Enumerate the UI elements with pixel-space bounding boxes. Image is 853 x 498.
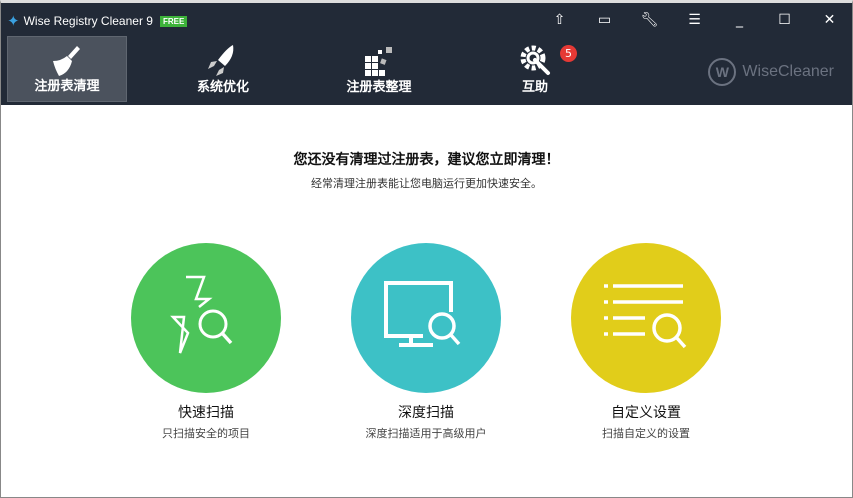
blocks-icon [365, 47, 392, 76]
monitor-search-icon [384, 281, 461, 347]
list-search-icon [604, 284, 687, 349]
app-logo-icon: ✦ [7, 13, 20, 30]
free-badge: FREE [159, 15, 188, 27]
deep-scan-button[interactable] [351, 243, 501, 393]
page-headline: 您还没有清理过注册表，建议您立即清理！ [293, 152, 560, 168]
broom-icon [53, 46, 80, 76]
titlebar: ✦ Wise Registry Cleaner 9 FREE [7, 12, 188, 30]
app-window: ✦ Wise Registry Cleaner 9 FREE ⇧ ▭ 🔧︎ ☰ … [0, 0, 853, 498]
custom-settings-button[interactable] [571, 243, 721, 393]
deep-scan-card[interactable]: 深度扫描 深度扫描适用于高级用户 [326, 243, 526, 441]
wisecleaner-logo[interactable]: W WiseCleaner [708, 58, 834, 86]
feedback-icon[interactable]: ▭ [582, 7, 627, 33]
maximize-button[interactable]: ☐ [762, 7, 807, 33]
tab-mutual-help[interactable]: 互助 5 [475, 36, 595, 102]
notification-badge: 5 [560, 45, 577, 62]
header: ✦ Wise Registry Cleaner 9 FREE ⇧ ▭ 🔧︎ ☰ … [1, 3, 852, 105]
quick-scan-card[interactable]: 快速扫描 只扫描安全的项目 [106, 243, 306, 441]
rocket-icon [208, 45, 234, 76]
app-title: Wise Registry Cleaner 9 [23, 14, 153, 28]
menu-icon[interactable]: ☰ [672, 7, 717, 33]
gear-wrench-icon [520, 45, 550, 75]
upgrade-icon[interactable]: ⇧ [537, 7, 582, 33]
tab-registry-defrag[interactable]: 注册表整理 [319, 36, 439, 102]
minimize-button[interactable]: _ [717, 7, 762, 33]
lightning-search-icon [170, 275, 233, 354]
tab-registry-clean[interactable]: 注册表清理 [7, 36, 127, 102]
tab-system-optimize[interactable]: 系统优化 [163, 36, 283, 102]
page-subtitle: 经常清理注册表能让您电脑运行更加快速安全。 [311, 177, 542, 190]
close-button[interactable]: ✕ [807, 7, 852, 33]
settings-icon[interactable]: 🔧︎ [627, 7, 672, 33]
quick-scan-button[interactable] [131, 243, 281, 393]
custom-settings-card[interactable]: 自定义设置 扫描自定义的设置 [546, 243, 746, 441]
